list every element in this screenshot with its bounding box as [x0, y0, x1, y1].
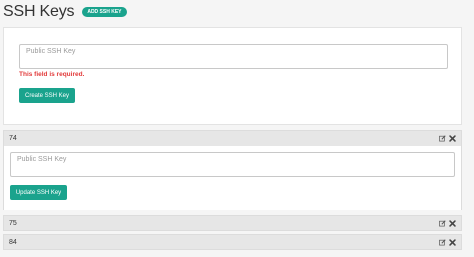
ssh-key-row-75: 75	[3, 215, 462, 231]
create-ssh-key-button[interactable]: Create SSH Key	[19, 88, 75, 103]
edit-icon[interactable]	[439, 134, 446, 142]
row-actions	[439, 219, 456, 227]
update-ssh-key-button[interactable]: Update SSH Key	[10, 185, 67, 200]
ssh-key-header[interactable]: 74	[4, 131, 461, 145]
field-required-error: This field is required.	[19, 71, 85, 78]
delete-icon[interactable]	[449, 238, 456, 246]
add-ssh-key-button[interactable]: ADD SSH KEY	[82, 7, 127, 17]
delete-icon[interactable]	[449, 134, 456, 142]
edit-icon[interactable]	[439, 238, 446, 246]
public-ssh-key-input[interactable]	[10, 152, 455, 177]
ssh-key-header[interactable]: 75	[4, 216, 461, 230]
ssh-key-name: 84	[9, 238, 17, 246]
new-ssh-key-panel: This field is required. Create SSH Key	[3, 27, 462, 125]
row-actions	[439, 238, 456, 246]
ssh-key-name: 74	[9, 134, 17, 142]
ssh-key-header[interactable]: 84	[4, 235, 461, 249]
ssh-key-row-74: 74 Update SSH Key	[3, 130, 462, 210]
ssh-key-edit-form: Update SSH Key	[4, 146, 461, 210]
edit-icon[interactable]	[439, 219, 446, 227]
page-title: SSH Keys	[3, 3, 75, 20]
page-header: SSH Keys ADD SSH KEY	[3, 2, 127, 22]
ssh-key-name: 75	[9, 219, 17, 227]
delete-icon[interactable]	[449, 219, 456, 227]
ssh-key-row-84: 84	[3, 234, 462, 250]
row-actions	[439, 134, 456, 142]
new-public-ssh-key-input[interactable]	[19, 44, 448, 69]
